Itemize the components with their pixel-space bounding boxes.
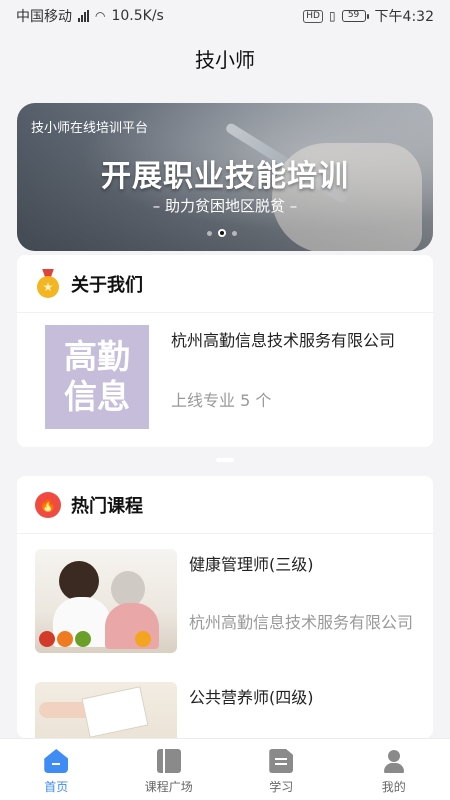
tab-study[interactable]: 学习 xyxy=(225,739,338,800)
page-title: 技小师 xyxy=(195,47,255,72)
company-item[interactable]: 高勤 信息 杭州高勤信息技术服务有限公司 上线专业 5 个 xyxy=(45,325,395,429)
network-speed: 10.5K/s xyxy=(111,8,164,24)
carousel-dot[interactable] xyxy=(232,230,237,236)
medal-icon: ★ xyxy=(35,268,61,299)
company-logo-line1: 高勤 xyxy=(64,337,130,376)
vibrate-icon: ▯ xyxy=(328,9,336,23)
user-icon xyxy=(382,749,406,773)
course-info: 公共营养师(四级) xyxy=(189,682,314,738)
tab-course-square[interactable]: 课程广场 xyxy=(113,739,226,800)
hd-icon: HD xyxy=(303,9,323,23)
carousel-dot[interactable] xyxy=(207,230,212,236)
course-name: 健康管理师(三级) xyxy=(189,555,314,574)
clock: 下午4:32 xyxy=(374,9,434,25)
hot-courses-header: 🔥 热门课程 xyxy=(17,476,433,534)
document-icon xyxy=(269,749,294,773)
company-name: 杭州高勤信息技术服务有限公司 xyxy=(171,331,396,350)
carrier-label: 中国移动 xyxy=(16,9,72,25)
carousel-dot-active[interactable] xyxy=(218,229,226,237)
company-logo: 高勤 信息 xyxy=(45,325,149,429)
course-thumbnail xyxy=(35,682,177,738)
battery-icon: 59 xyxy=(341,10,369,22)
fire-icon: 🔥 xyxy=(35,491,61,518)
tab-home[interactable]: 首页 xyxy=(0,739,113,800)
hot-courses-title: 热门课程 xyxy=(71,495,143,517)
tab-mine-label: 我的 xyxy=(381,780,406,794)
battery-level: 59 xyxy=(341,10,366,22)
status-right: HD ▯ 59 下午4:32 xyxy=(303,6,434,26)
page-indicator xyxy=(216,458,234,462)
status-bar: 中国移动 ◠ 10.5K/s HD ▯ 59 下午4:32 xyxy=(0,0,450,32)
signal-icon xyxy=(78,10,89,22)
course-item[interactable]: 健康管理师(三级) 杭州高勤信息技术服务有限公司 xyxy=(35,549,413,653)
company-info: 杭州高勤信息技术服务有限公司 上线专业 5 个 xyxy=(171,325,395,429)
course-provider: 杭州高勤信息技术服务有限公司 xyxy=(189,613,414,632)
tab-course-square-label: 课程广场 xyxy=(144,780,193,794)
tab-mine[interactable]: 我的 xyxy=(338,739,450,800)
tab-study-label: 学习 xyxy=(269,780,294,794)
company-logo-line2: 信息 xyxy=(64,377,130,416)
about-title: 关于我们 xyxy=(71,274,143,296)
about-header: ★ 关于我们 xyxy=(17,255,433,313)
bottom-tab-bar: 首页 课程广场 学习 我的 xyxy=(0,738,450,800)
carousel-indicator xyxy=(207,229,237,237)
page-title-bar: 技小师 xyxy=(0,32,450,84)
book-icon xyxy=(156,749,181,773)
tab-home-label: 首页 xyxy=(44,780,69,794)
wifi-icon: ◠ xyxy=(95,9,106,23)
course-name: 公共营养师(四级) xyxy=(189,688,314,707)
course-info: 健康管理师(三级) 杭州高勤信息技术服务有限公司 xyxy=(189,549,413,653)
home-icon xyxy=(44,749,69,773)
banner-headline: 开展职业技能培训 xyxy=(101,159,349,194)
status-left: 中国移动 ◠ 10.5K/s xyxy=(16,6,164,26)
banner-subline: – 助力贫困地区脱贫 – xyxy=(152,197,298,215)
hot-courses-card: 🔥 热门课程 健康管理师(三级) 杭州高勤信息技术服务有限公司 公共营养师(四级… xyxy=(17,476,433,738)
course-thumbnail xyxy=(35,549,177,653)
banner-carousel[interactable]: 技小师在线培训平台 开展职业技能培训 – 助力贫困地区脱贫 – xyxy=(17,103,433,251)
course-item[interactable]: 公共营养师(四级) xyxy=(35,682,314,738)
banner-tag: 技小师在线培训平台 xyxy=(31,121,149,136)
online-majors: 上线专业 5 个 xyxy=(171,391,272,410)
about-card: ★ 关于我们 高勤 信息 杭州高勤信息技术服务有限公司 上线专业 5 个 xyxy=(17,255,433,447)
